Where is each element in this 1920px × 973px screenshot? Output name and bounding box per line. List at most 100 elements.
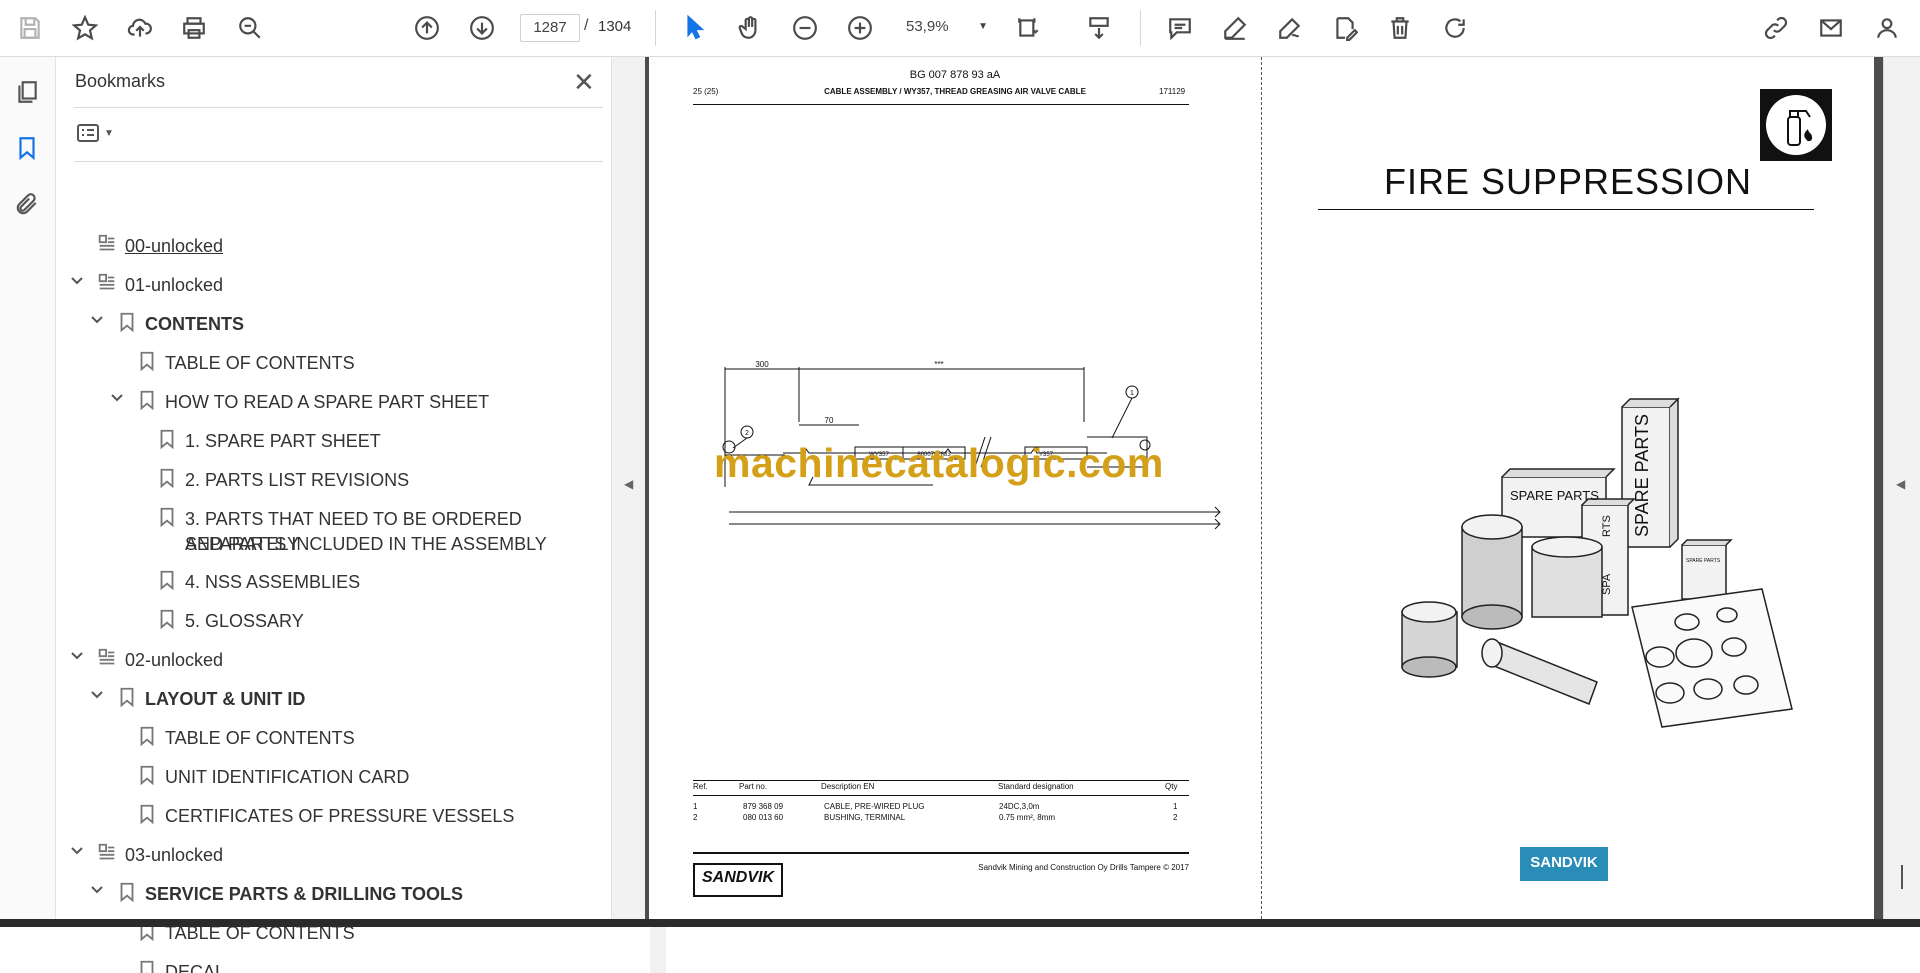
chevron-down-icon[interactable] bbox=[90, 313, 104, 327]
close-icon[interactable]: ✕ bbox=[573, 69, 595, 95]
toolbar-divider bbox=[1140, 10, 1141, 46]
page-up-icon[interactable] bbox=[410, 12, 444, 44]
sandvik-logo: SANDVIK bbox=[1520, 847, 1608, 881]
zoom-dropdown[interactable]: 53,9% ▼ bbox=[898, 14, 996, 40]
zoom-value: 53,9% bbox=[906, 18, 949, 35]
table-cell: 2 bbox=[693, 813, 698, 822]
col-header: Ref. bbox=[693, 782, 708, 791]
list-options-icon bbox=[77, 124, 99, 142]
bookmark-label-line2: AND PARTS INCLUDED IN THE ASSEMBLY bbox=[185, 534, 547, 554]
bookmark-group-icon bbox=[98, 234, 115, 251]
star-icon[interactable] bbox=[68, 12, 102, 44]
chevron-down-icon[interactable] bbox=[70, 274, 84, 288]
sandvik-logo: SANDVIK bbox=[693, 863, 783, 897]
parts-table: Ref. Part no. Description EN Standard de… bbox=[693, 782, 1189, 824]
comment-icon[interactable] bbox=[1163, 12, 1197, 44]
bookmark-label: 02-unlocked bbox=[125, 650, 224, 670]
rotate-icon[interactable] bbox=[1438, 12, 1472, 44]
bookmark-icon bbox=[140, 726, 154, 747]
table-cell: BUSHING, TERMINAL bbox=[824, 813, 906, 822]
bookmark-icon bbox=[120, 687, 134, 708]
bookmark-label: 01-unlocked bbox=[125, 275, 224, 295]
zoom-out-icon[interactable] bbox=[788, 12, 822, 44]
table-cell: 1 bbox=[693, 802, 698, 811]
print-icon[interactable] bbox=[177, 12, 211, 44]
table-row: 1 879 368 09 CABLE, PRE-WIRED PLUG 24DC,… bbox=[693, 802, 1189, 813]
page-separator: / bbox=[584, 17, 589, 34]
highlight-icon[interactable] bbox=[1218, 12, 1252, 44]
table-cell: 24DC,3,0m bbox=[999, 802, 1040, 811]
page-total: 1304 bbox=[598, 18, 632, 35]
bookmark-label: 00-unlocked bbox=[125, 236, 224, 256]
bookmark-icon[interactable] bbox=[12, 133, 42, 163]
upload-cloud-icon[interactable] bbox=[123, 12, 157, 44]
bookmark-label: 2. PARTS LIST REVISIONS bbox=[185, 470, 410, 490]
page-down-icon[interactable] bbox=[465, 12, 499, 44]
bookmark-icon bbox=[160, 468, 174, 489]
page-number-input[interactable]: 1287 bbox=[520, 14, 580, 42]
box-label: SPARE PARTS bbox=[1632, 414, 1652, 537]
fill-sign-icon[interactable] bbox=[1328, 12, 1362, 44]
chevron-down-icon[interactable] bbox=[90, 688, 104, 702]
email-icon[interactable] bbox=[1814, 12, 1848, 44]
bookmark-item[interactable]: 3. PARTS THAT NEED TO BE ORDERED SEPARAT… bbox=[56, 505, 590, 555]
select-cursor-icon[interactable] bbox=[678, 12, 712, 44]
table-cell: 080 013 60 bbox=[743, 813, 784, 822]
panel-splitter[interactable]: ◀ bbox=[611, 57, 646, 919]
chevron-down-icon[interactable] bbox=[70, 649, 84, 663]
bookmark-icon bbox=[160, 609, 174, 630]
bookmark-icon bbox=[140, 765, 154, 786]
document-viewport[interactable]: BG 007 878 93 aA 25 (25) CABLE ASSEMBLY … bbox=[645, 57, 1883, 919]
scroll-mode-icon[interactable] bbox=[1082, 12, 1116, 44]
bookmark-label: TABLE OF CONTENTS bbox=[165, 353, 355, 373]
box-label: SPARE PARTS bbox=[1686, 558, 1721, 564]
bookmark-icon bbox=[140, 960, 154, 973]
sign-icon[interactable] bbox=[1273, 12, 1307, 44]
collapse-arrow-icon[interactable]: ◀ bbox=[624, 477, 633, 491]
resize-handle[interactable] bbox=[1901, 865, 1903, 889]
user-icon[interactable] bbox=[1870, 12, 1904, 44]
bookmark-icon bbox=[120, 312, 134, 333]
table-row: 2 080 013 60 BUSHING, TERMINAL 0.75 mm²,… bbox=[693, 813, 1189, 824]
watermark: machinecatalogic.com bbox=[714, 440, 1164, 486]
chevron-down-icon: ▼ bbox=[978, 21, 988, 32]
zoom-search-icon[interactable] bbox=[233, 12, 267, 44]
bookmark-label: UNIT IDENTIFICATION CARD bbox=[165, 767, 410, 787]
expand-arrow-icon[interactable]: ◀ bbox=[1896, 477, 1905, 491]
pages-icon[interactable] bbox=[12, 77, 42, 107]
delete-icon[interactable] bbox=[1383, 12, 1417, 44]
box-label: SPA bbox=[1601, 573, 1613, 595]
table-rule bbox=[693, 795, 1189, 796]
chevron-down-icon: ▼ bbox=[104, 127, 114, 139]
fit-page-icon[interactable] bbox=[1012, 12, 1046, 44]
col-header: Description EN bbox=[821, 782, 875, 791]
table-cell: CABLE, PRE-WIRED PLUG bbox=[824, 802, 925, 811]
footer-text: Sandvik Mining and Construction Oy Drill… bbox=[978, 863, 1189, 872]
bookmark-label: 4. NSS ASSEMBLIES bbox=[185, 572, 361, 592]
section-title: FIRE SUPPRESSION bbox=[1383, 161, 1753, 202]
taskbar-edge bbox=[0, 919, 1920, 927]
save-icon[interactable] bbox=[13, 12, 47, 44]
chevron-down-icon[interactable] bbox=[110, 391, 124, 405]
dimension-70: 70 bbox=[825, 416, 834, 425]
bookmark-label: HOW TO READ A SPARE PART SHEET bbox=[165, 392, 490, 412]
share-link-icon[interactable] bbox=[1759, 12, 1793, 44]
attachment-icon[interactable] bbox=[12, 189, 42, 219]
bookmark-icon bbox=[160, 507, 174, 528]
pdf-page-left: BG 007 878 93 aA 25 (25) CABLE ASSEMBLY … bbox=[649, 57, 1261, 919]
bookmark-icon bbox=[140, 804, 154, 825]
zoom-in-icon[interactable] bbox=[843, 12, 877, 44]
bookmark-label: 5. GLOSSARY bbox=[185, 611, 304, 631]
bookmark-label: CONTENTS bbox=[145, 314, 244, 334]
chevron-down-icon[interactable] bbox=[70, 844, 84, 858]
bookmark-group-icon bbox=[98, 273, 115, 290]
right-panel-toggle[interactable]: ◀ bbox=[1883, 57, 1920, 919]
table-cell: 879 368 09 bbox=[743, 802, 784, 811]
table-header: Ref. Part no. Description EN Standard de… bbox=[693, 782, 1189, 793]
table-cell: 1 bbox=[1173, 802, 1178, 811]
hand-icon[interactable] bbox=[733, 12, 767, 44]
bookmark-options-button[interactable]: ▼ bbox=[76, 119, 124, 147]
pdf-page-right: FIRE SUPPRESSION SPARE PARTS SPARE PARTS… bbox=[1261, 57, 1874, 919]
bookmark-label: 1. SPARE PART SHEET bbox=[185, 431, 381, 451]
chevron-down-icon[interactable] bbox=[90, 883, 104, 897]
